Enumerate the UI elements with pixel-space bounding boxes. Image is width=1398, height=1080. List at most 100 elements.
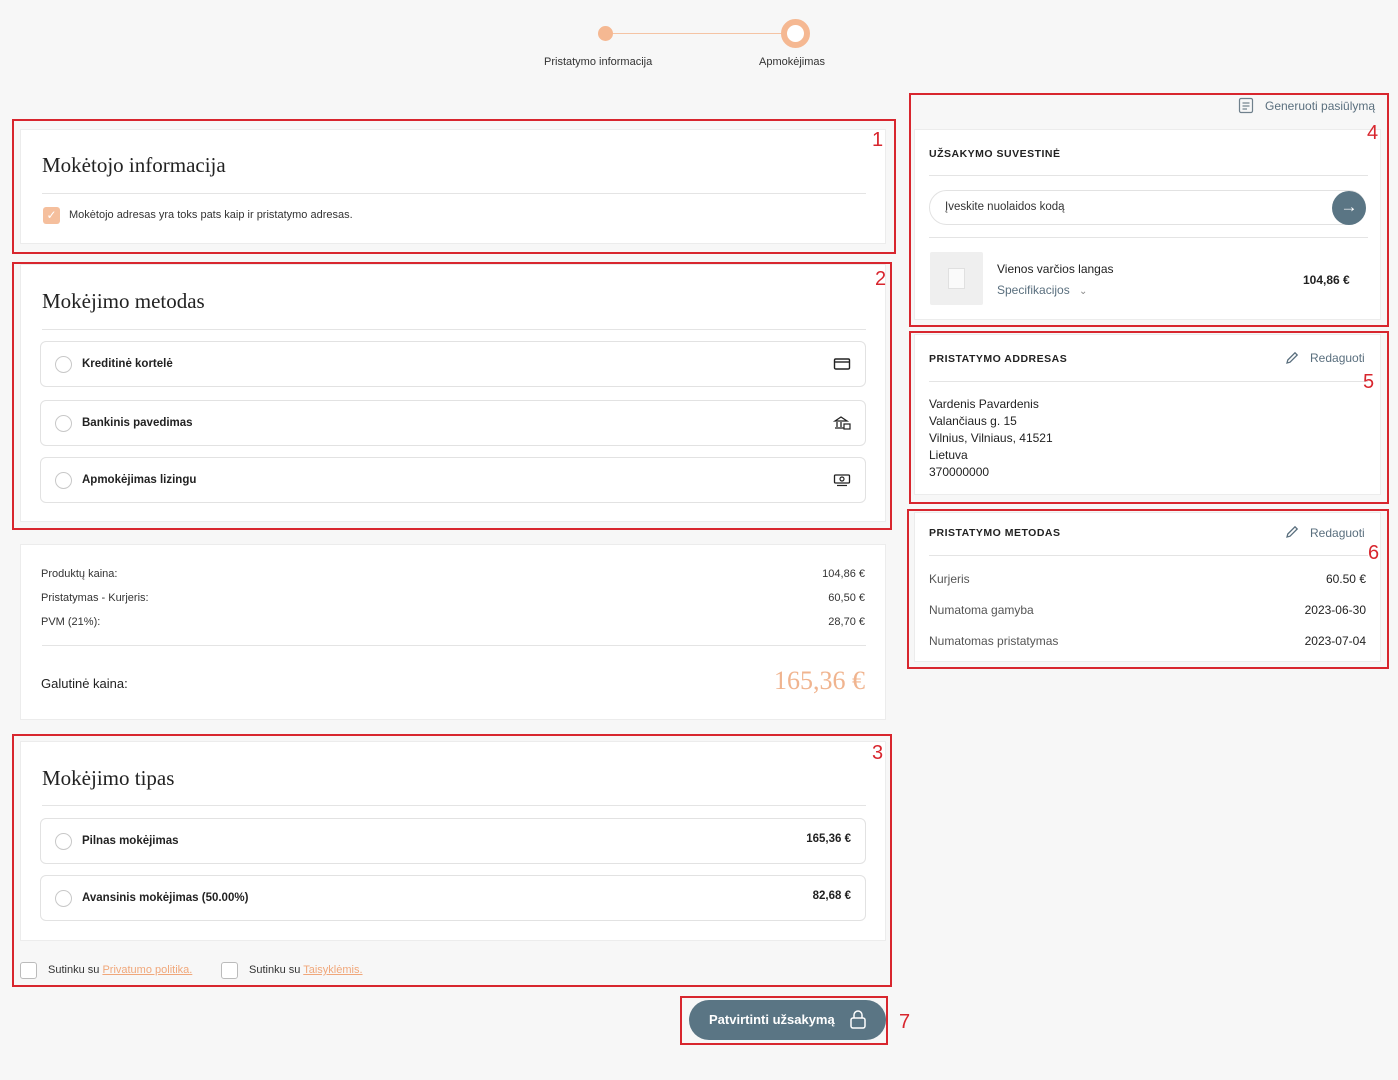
delivery-row-value: 60.50 € <box>1325 572 1366 586</box>
production-date-row: Numatoma gamyba 2023-06-30 <box>929 603 1366 617</box>
total-price-label: Galutinė kaina: <box>41 676 128 691</box>
pencil-icon[interactable] <box>1284 524 1300 540</box>
address-country: Lietuva <box>929 448 968 462</box>
privacy-consent-prefix: Sutinku su <box>48 964 100 976</box>
lock-icon <box>850 1010 866 1029</box>
discount-code-placeholder: Įveskite nuolaidos kodą <box>945 201 1065 213</box>
vat-label: PVM (21%): <box>41 616 101 628</box>
confirm-order-button[interactable]: Patvirtinti užsakymą <box>689 1000 886 1040</box>
product-name: Vienos varčios langas <box>997 262 1114 276</box>
address-street: Valančiaus g. 15 <box>929 414 1017 428</box>
divider <box>929 555 1368 556</box>
order-summary-title: UŽSAKYMO SUVESTINĖ <box>929 148 1061 160</box>
delivery-row-label: Numatoma gamyba <box>929 603 1034 617</box>
divider <box>42 329 866 330</box>
confirm-order-label: Patvirtinti užsakymą <box>709 1012 835 1027</box>
highlight-number-4: 4 <box>1367 122 1379 144</box>
delivery-row-label: Numatomas pristatymas <box>929 634 1059 648</box>
step-label-payment: Apmokėjimas <box>759 56 826 68</box>
highlight-number-5: 5 <box>1363 371 1375 393</box>
same-address-checkbox[interactable]: ✓ <box>43 207 60 224</box>
specifications-label: Specifikacijos <box>997 283 1070 297</box>
payment-type-full[interactable]: Pilnas mokėjimas 165,36 € <box>40 818 866 864</box>
edit-delivery-method-link[interactable]: Redaguoti <box>1310 526 1365 540</box>
divider <box>42 805 866 806</box>
step-label-delivery[interactable]: Pristatymo informacija <box>544 56 652 68</box>
terms-consent-prefix: Sutinku su <box>249 964 301 976</box>
highlight-number-7: 7 <box>899 1011 911 1033</box>
radio-button[interactable] <box>55 890 72 907</box>
payment-type-label: Pilnas mokėjimas <box>82 835 179 847</box>
radio-button[interactable] <box>55 356 72 373</box>
same-address-label: Mokėtojo adresas yra toks pats kaip ir p… <box>69 209 353 221</box>
address-name: Vardenis Pavardenis <box>929 397 1039 411</box>
payment-type-label: Avansinis mokėjimas (50.00%) <box>82 892 249 904</box>
delivery-price-label: Pristatymas - Kurjeris: <box>41 592 149 604</box>
highlight-number-3: 3 <box>872 742 884 764</box>
terms-link[interactable]: Taisyklėmis. <box>303 964 362 976</box>
highlight-number-2: 2 <box>875 268 887 290</box>
radio-button[interactable] <box>55 415 72 432</box>
terms-consent-checkbox[interactable] <box>221 962 238 979</box>
radio-button[interactable] <box>55 833 72 850</box>
payment-type-advance[interactable]: Avansinis mokėjimas (50.00%) 82,68 € <box>40 875 866 921</box>
products-price-value: 104,86 € <box>822 568 865 580</box>
delivery-row-value: 2023-07-04 <box>1304 634 1366 648</box>
bank-icon <box>833 416 851 430</box>
privacy-consent-text: Sutinku su Privatumo politika. <box>48 964 192 976</box>
privacy-consent-checkbox[interactable] <box>20 962 37 979</box>
vat-row: PVM (21%): 28,70 € <box>41 616 865 628</box>
delivery-price-value: 60,50 € <box>828 592 865 604</box>
stepper-line <box>606 33 796 34</box>
address-city: Vilnius, Vilniaus, 41521 <box>929 431 1053 445</box>
payment-type-amount: 82,68 € <box>812 890 851 902</box>
delivery-date-row: Numatomas pristatymas 2023-07-04 <box>929 634 1366 648</box>
vat-value: 28,70 € <box>828 616 865 628</box>
window-thumbnail-icon <box>948 268 965 289</box>
highlight-number-6: 6 <box>1368 542 1380 564</box>
payment-option-credit-card[interactable]: Kreditinė kortelė <box>40 341 866 387</box>
apply-discount-button[interactable]: → <box>1332 191 1366 225</box>
edit-address-link[interactable]: Redaguoti <box>1310 351 1365 365</box>
delivery-row-value: 2023-06-30 <box>1304 603 1366 617</box>
delivery-address-title: PRISTATYMO ADDRESAS <box>929 353 1068 365</box>
products-price-row: Produktų kaina: 104,86 € <box>41 568 865 580</box>
divider <box>42 193 866 194</box>
payment-option-label: Bankinis pavedimas <box>82 417 193 429</box>
payment-option-label: Apmokėjimas lizingu <box>82 474 197 486</box>
divider <box>929 237 1368 238</box>
radio-button[interactable] <box>55 472 72 489</box>
product-price: 104,86 € <box>1303 273 1350 287</box>
highlight-number-1: 1 <box>872 129 884 151</box>
payment-type-amount: 165,36 € <box>806 833 851 845</box>
total-price-value: 165,36 € <box>774 666 865 695</box>
pencil-icon[interactable] <box>1284 350 1300 366</box>
payment-method-title: Mokėjimo metodas <box>42 289 205 313</box>
terms-consent-text: Sutinku su Taisyklėmis. <box>249 964 363 976</box>
payment-option-label: Kreditinė kortelė <box>82 358 173 370</box>
delivery-method-title: PRISTATYMO METODAS <box>929 527 1061 539</box>
products-price-label: Produktų kaina: <box>41 568 118 580</box>
payment-option-bank-transfer[interactable]: Bankinis pavedimas <box>40 400 866 446</box>
address-phone: 370000000 <box>929 465 990 479</box>
cash-icon <box>833 474 851 487</box>
privacy-policy-link[interactable]: Privatumo politika. <box>102 964 192 976</box>
chevron-down-icon: ⌄ <box>1079 286 1088 297</box>
generate-offer-link[interactable]: Generuoti pasiūlymą <box>1265 99 1375 113</box>
divider <box>42 645 866 646</box>
discount-code-input[interactable]: Įveskite nuolaidos kodą <box>929 190 1366 225</box>
document-icon <box>1238 97 1254 114</box>
delivery-row-label: Kurjeris <box>929 572 970 586</box>
delivery-courier-row: Kurjeris 60.50 € <box>929 572 1366 586</box>
payment-type-title: Mokėjimo tipas <box>42 766 175 790</box>
credit-card-icon <box>833 358 851 370</box>
product-thumbnail <box>930 252 983 305</box>
order-summary-card: UŽSAKYMO SUVESTINĖ Įveskite nuolaidos ko… <box>914 129 1381 320</box>
specifications-toggle[interactable]: Specifikacijos ⌄ <box>997 283 1087 297</box>
payer-info-title: Mokėtojo informacija <box>42 153 226 177</box>
step-dot-delivery[interactable] <box>598 26 613 41</box>
delivery-price-row: Pristatymas - Kurjeris: 60,50 € <box>41 592 865 604</box>
payment-option-leasing[interactable]: Apmokėjimas lizingu <box>40 457 866 503</box>
step-dot-payment <box>781 19 810 48</box>
divider <box>929 381 1368 382</box>
